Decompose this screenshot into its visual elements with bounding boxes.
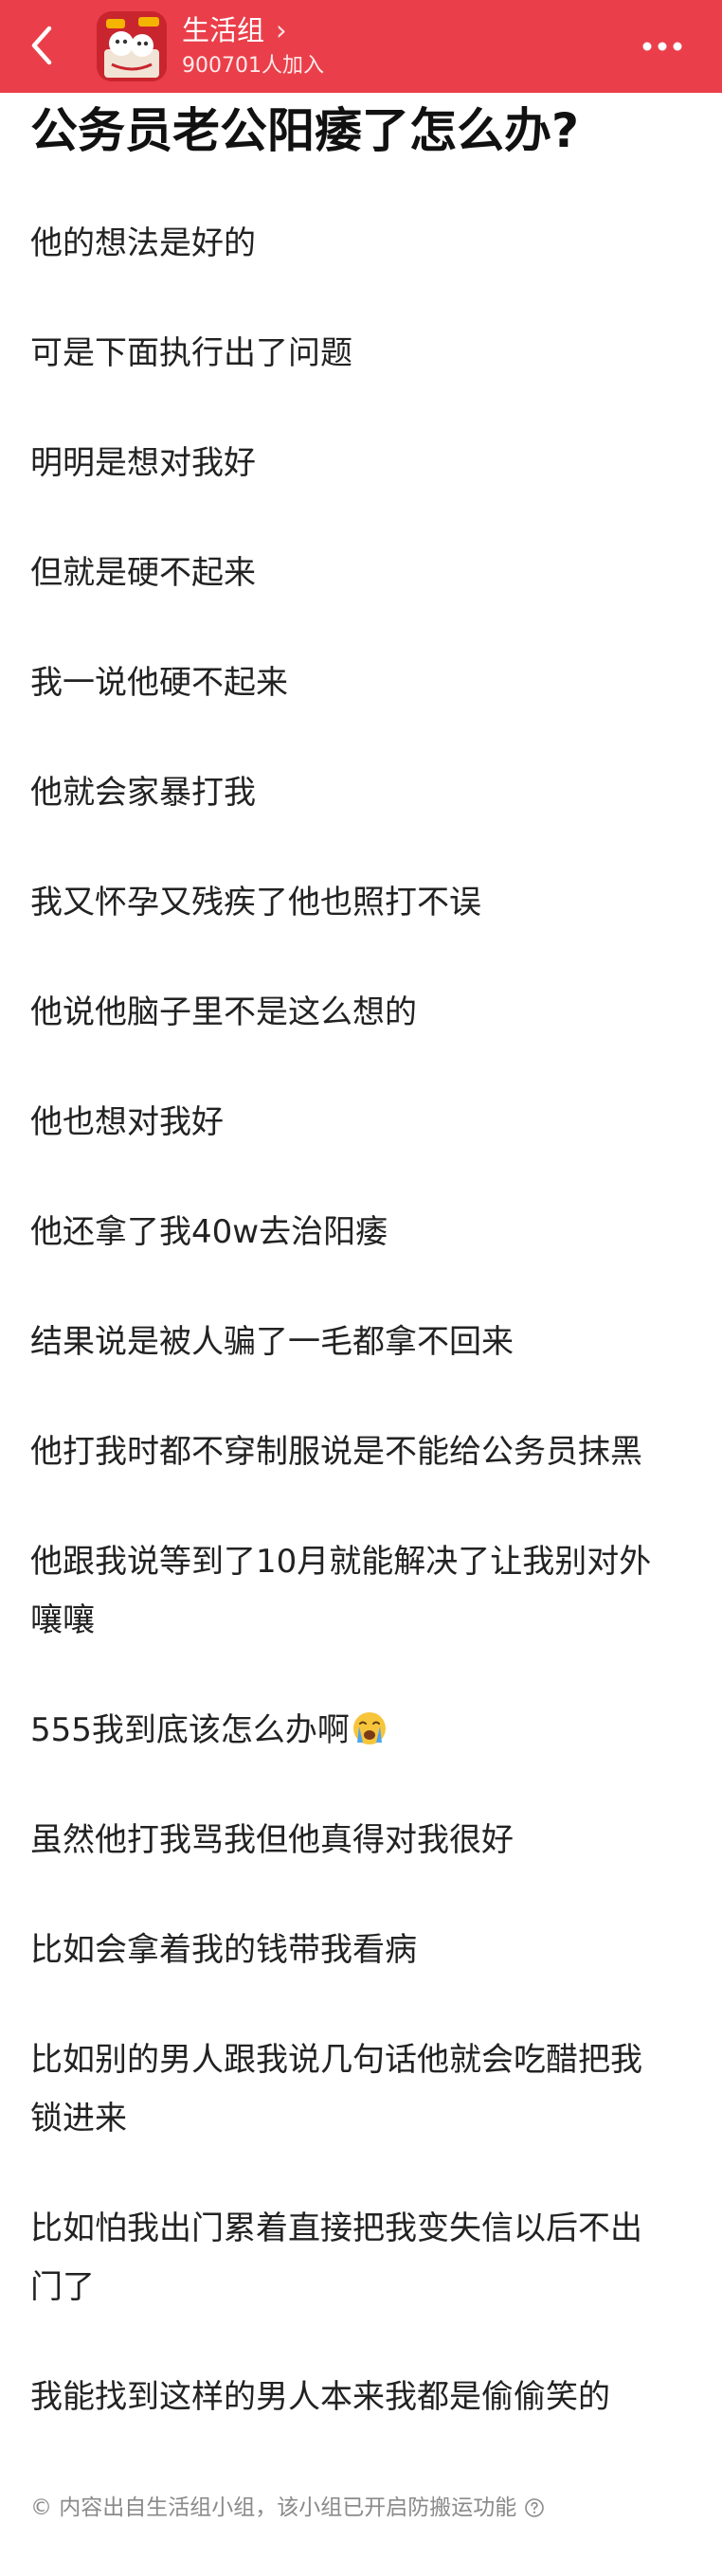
post-line: 他还拿了我40w去治阳痿 <box>30 1213 388 1251</box>
post-line: 门了 <box>30 2268 95 2306</box>
copyright-text: © 内容出自生活组小组，该小组已开启防搬运功能 <box>30 2496 517 2520</box>
copyright-notice: © 内容出自生活组小组，该小组已开启防搬运功能 <box>30 2491 694 2525</box>
group-name-link[interactable]: 生活组 › <box>182 13 287 47</box>
post-line: 虽然他打我骂我但他真得对我很好 <box>30 1821 514 1859</box>
group-member-count: 900701人加入 <box>182 54 324 78</box>
post-line: 他的想法是好的 <box>30 224 256 262</box>
post-line: 他打我时都不穿制服说是不能给公务员抹黑 <box>30 1433 642 1471</box>
post-line: 嚷嚷 <box>30 1601 95 1639</box>
post-line: 锁进来 <box>30 2100 127 2138</box>
post-line: 他就会家暴打我 <box>30 774 256 812</box>
post-title: 公务员老公阳痿了怎么办? <box>30 103 580 158</box>
post-line: 他也想对我好 <box>30 1103 224 1141</box>
more-button[interactable] <box>631 23 694 70</box>
post-line: 他跟我说等到了10月就能解决了让我别对外 <box>30 1543 652 1581</box>
post-line: 他说他脑子里不是这么想的 <box>30 993 417 1031</box>
post-line: 我一说他硬不起来 <box>30 664 288 702</box>
back-button[interactable] <box>21 19 68 72</box>
post-line: 比如会拿着我的钱带我看病 <box>30 1931 417 1969</box>
post-line: 我能找到这样的男人本来我都是偷偷笑的 <box>30 2378 610 2416</box>
group-name: 生活组 <box>182 14 265 46</box>
post-line: 比如别的男人跟我说几句话他就会吃醋把我 <box>30 2041 642 2079</box>
crying-face-icon <box>352 1712 386 1744</box>
post-line-text: 555我到底该怎么办啊 <box>30 1711 350 1749</box>
question-circle-icon[interactable] <box>524 2497 545 2518</box>
post-line: 明明是想对我好 <box>30 444 256 482</box>
post-line: 我又怀孕又残疾了他也照打不误 <box>30 884 481 921</box>
more-dots-icon <box>642 42 682 51</box>
group-avatar-image <box>97 11 167 81</box>
post-line: 结果说是被人骗了一毛都拿不回来 <box>30 1323 514 1361</box>
chevron-right-icon: › <box>276 14 287 46</box>
top-bar: 生活组 › 900701人加入 <box>0 0 722 93</box>
post-line: 比如怕我出门累着直接把我变失信以后不出 <box>30 2209 642 2247</box>
chevron-left-icon <box>31 26 52 65</box>
post-line-with-emoji: 555我到底该怎么办啊 <box>30 1701 694 1760</box>
post-line: 可是下面执行出了问题 <box>30 334 352 372</box>
post-line: 但就是硬不起来 <box>30 554 256 592</box>
group-avatar[interactable] <box>97 11 167 81</box>
